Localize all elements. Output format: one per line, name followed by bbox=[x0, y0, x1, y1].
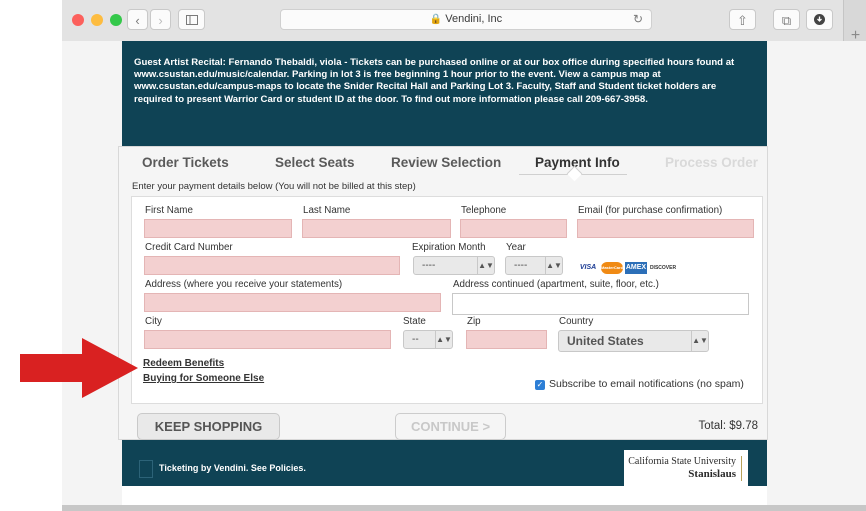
university-name-line1: California State University bbox=[628, 456, 736, 467]
first-name-input[interactable] bbox=[144, 219, 292, 238]
payment-instructions: Enter your payment details below (You wi… bbox=[132, 181, 416, 192]
expiration-year-select[interactable]: ---- ▲▼ bbox=[505, 256, 563, 275]
expiration-month-value: ---- bbox=[422, 260, 436, 271]
buying-for-someone-else-link[interactable]: Buying for Someone Else bbox=[143, 373, 264, 384]
redeem-benefits-link[interactable]: Redeem Benefits bbox=[143, 358, 224, 369]
step-select-seats[interactable]: Select Seats bbox=[275, 155, 355, 170]
country-value: United States bbox=[567, 334, 644, 348]
step-order-tickets[interactable]: Order Tickets bbox=[142, 155, 229, 170]
payment-form: First Name Last Name Telephone Email (fo… bbox=[131, 196, 763, 404]
state-value: -- bbox=[412, 334, 419, 345]
email-input[interactable] bbox=[577, 219, 754, 238]
step-process-order: Process Order bbox=[665, 155, 759, 170]
page-margin-right bbox=[767, 41, 866, 505]
order-panel: Order Tickets Select Seats Review Select… bbox=[118, 146, 768, 440]
last-name-input[interactable] bbox=[302, 219, 451, 238]
state-label: State bbox=[403, 316, 426, 327]
forward-icon[interactable]: › bbox=[150, 9, 171, 30]
expiration-month-label: Expiration Month bbox=[412, 242, 486, 253]
window-controls bbox=[72, 14, 122, 26]
new-tab-button[interactable]: + bbox=[843, 0, 866, 44]
updown-arrow-icon: ▲▼ bbox=[545, 257, 562, 274]
address-bar-title: Vendini, Inc bbox=[445, 13, 503, 25]
page-margin-left bbox=[62, 41, 122, 505]
event-info-text: Guest Artist Recital: Fernando Thebaldi,… bbox=[134, 57, 735, 105]
address-input[interactable] bbox=[144, 293, 441, 312]
amex-logo: AMEX bbox=[625, 262, 647, 274]
step-review-selection[interactable]: Review Selection bbox=[391, 155, 501, 170]
sidebar-icon[interactable] bbox=[178, 9, 205, 30]
downloads-icon[interactable] bbox=[806, 9, 833, 30]
card-number-label: Credit Card Number bbox=[145, 242, 233, 253]
minimize-window-button[interactable] bbox=[91, 14, 103, 26]
city-input[interactable] bbox=[144, 330, 391, 349]
accepted-cards: VISA MasterCard AMEX DISCOVER bbox=[577, 262, 677, 274]
telephone-input[interactable] bbox=[460, 219, 567, 238]
city-label: City bbox=[145, 316, 162, 327]
visa-logo: VISA bbox=[579, 264, 597, 271]
card-number-input[interactable] bbox=[144, 256, 400, 275]
last-name-label: Last Name bbox=[303, 205, 351, 216]
zip-input[interactable] bbox=[466, 330, 547, 349]
subscribe-label: Subscribe to email notifications (no spa… bbox=[549, 378, 744, 390]
expiration-year-value: ---- bbox=[514, 260, 528, 271]
updown-arrow-icon: ▲▼ bbox=[477, 257, 494, 274]
tabs-overview-icon[interactable]: ⧉ bbox=[773, 9, 800, 30]
window-bottom-edge bbox=[62, 505, 866, 511]
country-select[interactable]: United States ▲▼ bbox=[558, 330, 709, 352]
share-icon[interactable]: ⇧ bbox=[729, 9, 756, 30]
red-arrow-icon bbox=[20, 338, 138, 398]
discover-logo: DISCOVER bbox=[649, 265, 677, 271]
telephone-label: Telephone bbox=[461, 205, 507, 216]
email-label: Email (for purchase confirmation) bbox=[578, 205, 723, 216]
university-logo: California State University Stanislaus bbox=[624, 450, 748, 494]
keep-shopping-button[interactable]: KEEP SHOPPING bbox=[137, 413, 280, 440]
address-continued-input[interactable] bbox=[452, 293, 749, 315]
state-select[interactable]: -- ▲▼ bbox=[403, 330, 453, 349]
mastercard-logo: MasterCard bbox=[601, 262, 623, 274]
first-name-label: First Name bbox=[145, 205, 193, 216]
subscribe-checkbox[interactable]: ✓ bbox=[535, 380, 545, 390]
back-icon[interactable]: ‹ bbox=[127, 9, 148, 30]
lock-icon: 🔒 bbox=[429, 14, 443, 25]
updown-arrow-icon: ▲▼ bbox=[435, 331, 452, 348]
country-label: Country bbox=[559, 316, 594, 327]
expiration-month-select[interactable]: ---- ▲▼ bbox=[413, 256, 495, 275]
maximize-window-button[interactable] bbox=[110, 14, 122, 26]
footer-policies-text[interactable]: Ticketing by Vendini. See Policies. bbox=[159, 463, 306, 473]
university-name-line2: Stanislaus bbox=[688, 468, 736, 480]
close-window-button[interactable] bbox=[72, 14, 84, 26]
updown-arrow-icon: ▲▼ bbox=[691, 331, 708, 351]
continue-button[interactable]: CONTINUE > bbox=[395, 413, 506, 440]
order-total: Total: $9.78 bbox=[698, 420, 758, 432]
address-label: Address (where you receive your statemen… bbox=[145, 279, 343, 290]
address-continued-label: Address continued (apartment, suite, flo… bbox=[453, 279, 659, 290]
reload-icon[interactable]: ↻ bbox=[633, 10, 643, 29]
address-bar[interactable]: 🔒 Vendini, Inc ↻ bbox=[280, 9, 652, 30]
expiration-year-label: Year bbox=[506, 242, 526, 253]
vendini-logo-icon bbox=[139, 460, 153, 478]
browser-toolbar: ‹ › 🔒 Vendini, Inc ↻ ⇧ ⧉ bbox=[62, 0, 866, 42]
zip-label: Zip bbox=[467, 316, 481, 327]
logo-divider bbox=[741, 456, 742, 481]
